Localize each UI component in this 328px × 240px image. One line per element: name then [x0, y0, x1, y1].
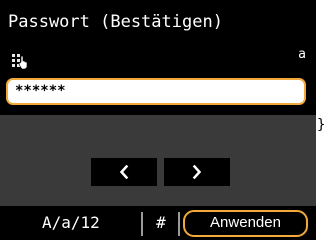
symbol-button[interactable]: #: [151, 212, 171, 234]
chevron-right-icon: [192, 165, 202, 179]
apply-button[interactable]: Anwenden: [183, 210, 308, 237]
cursor-left-button[interactable]: [91, 158, 157, 186]
password-input[interactable]: ******: [6, 78, 306, 105]
stray-brace: }: [317, 117, 326, 133]
input-mode-indicator: a: [298, 47, 306, 62]
keyboard-area: [0, 115, 316, 206]
divider: [141, 212, 143, 236]
dialog-panel: Passwort (Bestätigen) a ****** A/a/12 # …: [0, 0, 316, 240]
divider: [178, 212, 180, 236]
screen: Passwort (Bestätigen) a ****** A/a/12 # …: [0, 0, 328, 240]
bottom-toolbar: A/a/12 # Anwenden: [0, 206, 316, 240]
page-title: Passwort (Bestätigen): [8, 12, 223, 32]
cursor-right-button[interactable]: [164, 158, 230, 186]
case-toggle-button[interactable]: A/a/12: [42, 212, 100, 234]
keyboard-icon[interactable]: [11, 53, 27, 69]
chevron-left-icon: [119, 165, 129, 179]
